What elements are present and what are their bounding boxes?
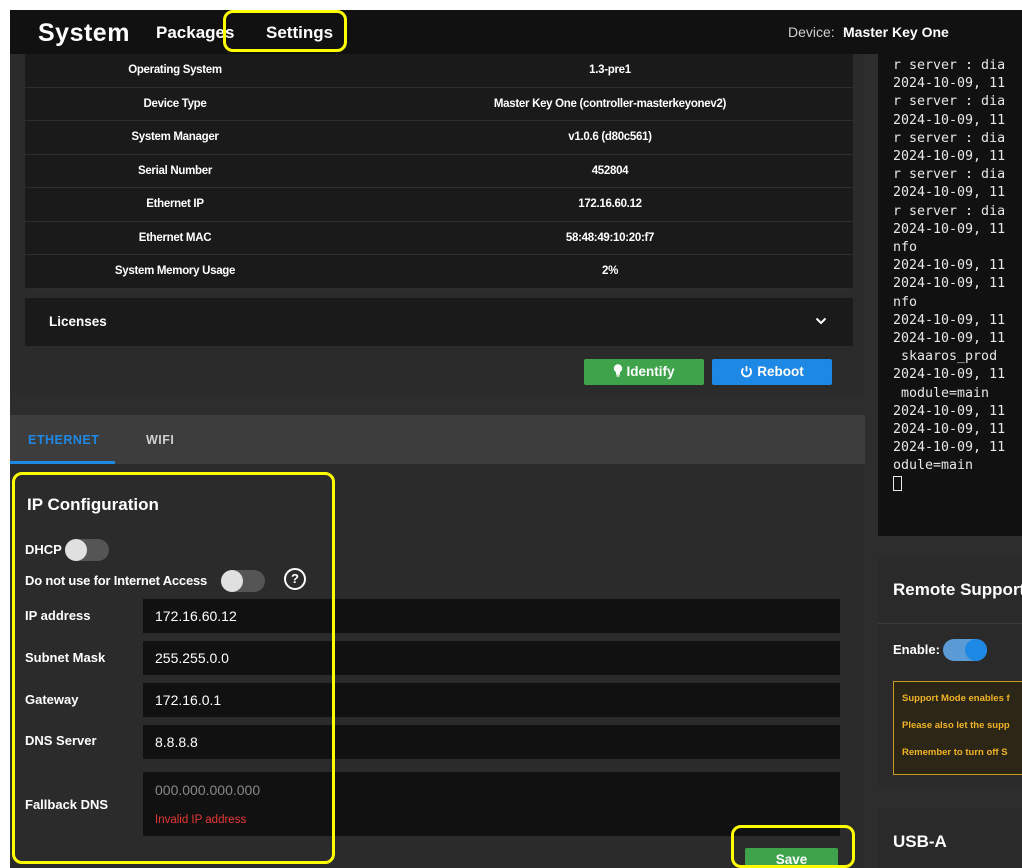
- reboot-button[interactable]: Reboot: [712, 359, 832, 385]
- table-row: Ethernet IP 172.16.60.12: [25, 188, 853, 222]
- ip-address-input[interactable]: [143, 599, 840, 633]
- info-value: 452804: [591, 164, 629, 177]
- top-bar: System Packages Settings Device: Master …: [10, 10, 1022, 54]
- info-value: 2%: [601, 265, 619, 277]
- info-key: System Memory Usage: [114, 265, 236, 277]
- usb-panel: USB-A: [878, 808, 1022, 868]
- ip-configuration-title: IP Configuration: [27, 495, 159, 514]
- info-key: Serial Number: [137, 164, 213, 177]
- remote-support-toggle[interactable]: [943, 639, 987, 661]
- identify-label: Identify: [626, 364, 675, 379]
- remote-support-title: Remote Support: [893, 580, 1022, 599]
- subnet-mask-input[interactable]: [143, 641, 840, 675]
- power-icon: [741, 366, 753, 378]
- dhcp-toggle[interactable]: [65, 539, 109, 561]
- info-value: Master Key One (controller-masterkeyonev…: [493, 97, 727, 110]
- app-window: System Packages Settings Device: Master …: [10, 10, 1022, 868]
- dns-server-input[interactable]: [143, 725, 840, 759]
- toggle-knob: [965, 639, 987, 661]
- network-panel: ETHERNET WIFI IP Configuration DHCP Do n…: [10, 415, 865, 868]
- system-info-table: Operating System 1.3-pre1 Device Type Ma…: [25, 54, 853, 289]
- chevron-down-icon: [815, 317, 827, 325]
- remote-support-panel: Remote Support Enable: Support Mode enab…: [878, 556, 1022, 788]
- support-warning-box: Support Mode enables f Please also let t…: [893, 681, 1022, 775]
- licenses-label: Licenses: [49, 314, 107, 329]
- info-value: 1.3-pre1: [589, 64, 631, 76]
- tab-settings[interactable]: Settings: [266, 23, 333, 43]
- info-key: Ethernet MAC: [138, 231, 212, 244]
- tab-ethernet[interactable]: ETHERNET: [28, 433, 99, 447]
- device-name: Master Key One: [843, 24, 949, 40]
- network-tabs: ETHERNET WIFI: [10, 415, 865, 464]
- dhcp-label: DHCP: [25, 542, 62, 557]
- info-key: Operating System: [128, 64, 222, 76]
- enable-label: Enable:: [893, 642, 940, 657]
- warning-line: Please also let the supp: [902, 720, 1010, 731]
- log-text: r server : dia 2024-10-09, 11 r server :…: [893, 58, 1006, 474]
- table-row: Ethernet MAC 58:48:49:10:20:f7: [25, 221, 853, 255]
- log-console[interactable]: r server : dia 2024-10-09, 11 r server :…: [878, 54, 1022, 536]
- info-value: v1.0.6 (d80c561): [568, 131, 652, 143]
- tab-packages[interactable]: Packages: [156, 23, 234, 43]
- device-label: Device:: [788, 24, 835, 40]
- active-tab-indicator: [10, 461, 115, 464]
- fallback-dns-label: Fallback DNS: [25, 797, 109, 812]
- divider: [878, 623, 1022, 624]
- usb-title: USB-A: [893, 832, 947, 851]
- help-icon[interactable]: ?: [284, 568, 306, 590]
- fallback-dns-field: Invalid IP address: [143, 772, 840, 836]
- brand-title: System: [38, 19, 130, 47]
- info-key: Device Type: [143, 97, 207, 110]
- gateway-input[interactable]: [143, 683, 840, 717]
- toggle-knob: [65, 539, 87, 561]
- info-key: Ethernet IP: [146, 198, 204, 210]
- warning-line: Support Mode enables f: [902, 693, 1010, 704]
- toggle-knob: [221, 570, 243, 592]
- table-row: System Memory Usage 2%: [25, 255, 853, 289]
- fallback-dns-error: Invalid IP address: [155, 814, 247, 826]
- subnet-mask-label: Subnet Mask: [25, 650, 106, 665]
- info-value: 172.16.60.12: [578, 198, 642, 210]
- licenses-accordion[interactable]: Licenses: [25, 298, 853, 346]
- table-row: System Manager v1.0.6 (d80c561): [25, 121, 853, 155]
- table-row: Serial Number 452804: [25, 154, 853, 188]
- reboot-label: Reboot: [757, 364, 804, 379]
- fallback-dns-input[interactable]: [143, 772, 840, 808]
- tab-wifi[interactable]: WIFI: [146, 433, 174, 447]
- info-value: 58:48:49:10:20:f7: [565, 231, 655, 244]
- ip-address-label: IP address: [25, 608, 91, 623]
- dns-server-label: DNS Server: [25, 733, 97, 748]
- gateway-label: Gateway: [25, 692, 79, 707]
- save-button[interactable]: Save: [745, 848, 838, 868]
- info-key: System Manager: [131, 131, 219, 143]
- table-row: Device Type Master Key One (controller-m…: [25, 87, 853, 121]
- lightbulb-icon: [614, 364, 623, 377]
- warning-line: Remember to turn off S: [902, 747, 1008, 758]
- no-internet-label: Do not use for Internet Access: [25, 573, 208, 588]
- identify-button[interactable]: Identify: [584, 359, 704, 385]
- table-row: Operating System 1.3-pre1: [25, 54, 853, 88]
- system-info-panel: Operating System 1.3-pre1 Device Type Ma…: [10, 54, 865, 394]
- console-cursor: [893, 476, 902, 492]
- no-internet-toggle[interactable]: [221, 570, 265, 592]
